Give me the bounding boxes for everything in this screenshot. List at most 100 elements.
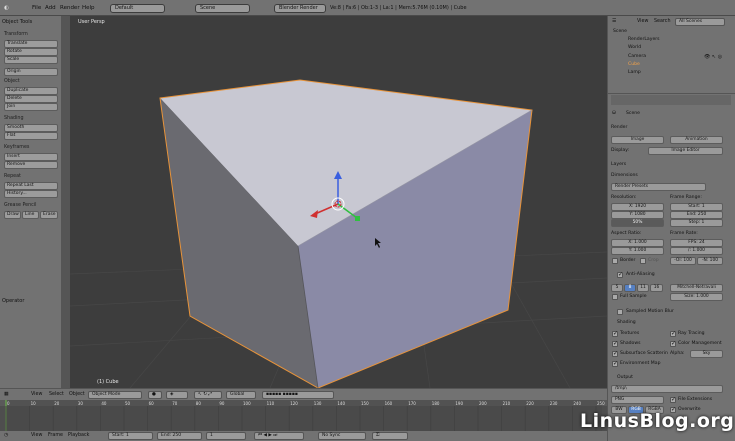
- aa-filter-select[interactable]: Mitchell-Netravali: [670, 284, 723, 292]
- display-select[interactable]: Image Editor: [648, 147, 723, 155]
- shading-panel-header[interactable]: Shading: [617, 319, 636, 326]
- outliner-row-world[interactable]: World: [628, 44, 641, 51]
- render-animation-button[interactable]: Animation: [670, 136, 723, 144]
- render-engine-select[interactable]: Blender Render: [274, 4, 326, 13]
- time-new-field[interactable]: -N: 100: [697, 257, 723, 265]
- frame-end-field[interactable]: End: 250: [670, 211, 723, 219]
- frame-step-field[interactable]: Step: 1: [670, 219, 723, 227]
- erase-button[interactable]: Erase: [40, 211, 58, 219]
- outliner-row-cube[interactable]: Cube: [628, 61, 640, 68]
- aa-samples-8[interactable]: 8: [624, 284, 636, 292]
- output-path-field[interactable]: /tmp\: [611, 385, 723, 393]
- ray-tracing-checkbox[interactable]: [670, 330, 676, 337]
- scene-select[interactable]: Scene: [195, 4, 250, 13]
- timeline-menu-view[interactable]: View: [31, 432, 42, 439]
- playback-controls[interactable]: ⏮ ◀ ▶ ⏭: [254, 432, 304, 440]
- sss-checkbox[interactable]: [612, 350, 618, 357]
- resolution-percentage-field[interactable]: 50%: [611, 219, 664, 227]
- 3d-viewport[interactable]: [70, 16, 607, 388]
- aa-filter-size-field[interactable]: Size: 1.000: [670, 293, 723, 301]
- mode-select[interactable]: Object Mode: [88, 391, 142, 399]
- menu-help[interactable]: Help: [82, 3, 95, 13]
- resolution-y-field[interactable]: Y: 1080: [611, 211, 664, 219]
- aspect-y-field[interactable]: Y: 1.000: [611, 247, 664, 255]
- layer-buttons[interactable]: ▪▪▪▪▪ ▪▪▪▪▪: [262, 391, 334, 399]
- scale-button[interactable]: Scale: [4, 56, 58, 64]
- delete-button[interactable]: Delete: [4, 95, 58, 103]
- menu-view[interactable]: View: [31, 391, 42, 398]
- layout-select[interactable]: Default: [110, 4, 165, 13]
- outliner-filter-select[interactable]: All Scenes: [675, 18, 725, 26]
- properties-context-tabs[interactable]: [611, 95, 731, 105]
- menu-file[interactable]: File: [32, 3, 41, 13]
- file-format-select[interactable]: PNG: [611, 396, 664, 404]
- render-presets-select[interactable]: Render Presets: [611, 183, 706, 191]
- anti-aliasing-panel-header[interactable]: Anti-Aliasing: [626, 271, 655, 278]
- motion-blur-panel-header[interactable]: Sampled Motion Blur: [626, 308, 674, 315]
- history-button[interactable]: History...: [4, 190, 58, 198]
- color-management-checkbox[interactable]: [670, 340, 676, 347]
- anti-aliasing-checkbox[interactable]: [617, 271, 623, 278]
- output-panel-header[interactable]: Output: [617, 374, 633, 381]
- menu-object[interactable]: Object: [69, 391, 85, 398]
- timeline-editor-icon[interactable]: ◷: [4, 432, 8, 439]
- outliner-menu-search[interactable]: Search: [654, 18, 670, 25]
- smooth-button[interactable]: Smooth: [4, 124, 58, 132]
- outliner-editor-icon[interactable]: ☰: [612, 18, 616, 25]
- menu-select[interactable]: Select: [49, 391, 64, 398]
- motion-blur-checkbox[interactable]: [617, 309, 623, 315]
- duplicate-button[interactable]: Duplicate: [4, 87, 58, 95]
- border-checkbox[interactable]: [612, 258, 618, 264]
- timeline-editor[interactable]: 0 10 20 30 40 50 60 70 80 90 100 110 120 130 140 150 160…: [0, 400, 607, 431]
- current-frame-field[interactable]: 1: [206, 432, 246, 440]
- start-frame-field[interactable]: Start: 1: [108, 432, 153, 440]
- flat-button[interactable]: Flat: [4, 132, 58, 140]
- render-panel-header[interactable]: Render: [611, 124, 627, 131]
- outliner-row-renderlayers[interactable]: RenderLayers: [628, 36, 660, 43]
- crop-checkbox[interactable]: [640, 258, 646, 264]
- orientation-select[interactable]: Global: [226, 391, 256, 399]
- aa-samples-16[interactable]: 16: [650, 284, 663, 292]
- visibility-eye-icon[interactable]: 👁 ↖ ◎: [704, 54, 722, 60]
- shadows-checkbox[interactable]: [612, 340, 618, 347]
- layers-panel-header[interactable]: Layers: [611, 161, 626, 168]
- blender-logo-icon[interactable]: ◐: [4, 3, 9, 13]
- menu-add[interactable]: Add: [45, 3, 56, 13]
- pivot-select[interactable]: ◈: [166, 391, 188, 399]
- frame-start-field[interactable]: Start: 1: [670, 203, 723, 211]
- timeline-menu-playback[interactable]: Playback: [68, 432, 89, 439]
- shading-select[interactable]: ●: [148, 391, 162, 399]
- textures-checkbox[interactable]: [612, 330, 618, 337]
- menu-render[interactable]: Render: [60, 3, 80, 13]
- keying-set-field[interactable]: ⚿: [372, 432, 408, 440]
- outliner-row-lamp[interactable]: Lamp: [628, 69, 641, 76]
- draw-button[interactable]: Draw: [4, 211, 21, 219]
- end-frame-field[interactable]: End: 250: [157, 432, 202, 440]
- file-extensions-checkbox[interactable]: [670, 396, 676, 403]
- aa-samples-11[interactable]: 11: [637, 284, 649, 292]
- alpha-select[interactable]: Sky: [690, 350, 723, 358]
- outliner-menu-view[interactable]: View: [637, 18, 648, 25]
- operator-panel[interactable]: Operator: [2, 298, 24, 304]
- timeline-ruler[interactable]: 0 10 20 30 40 50 60 70 80 90 100 110 120 130 140 150 160…: [0, 400, 607, 431]
- dimensions-panel-header[interactable]: Dimensions: [611, 172, 638, 179]
- aa-samples-5[interactable]: 5: [611, 284, 623, 292]
- outliner-row-camera[interactable]: Camera: [628, 53, 646, 60]
- translate-button[interactable]: Translate: [4, 40, 58, 48]
- environment-map-checkbox[interactable]: [612, 360, 618, 367]
- line-button[interactable]: Line: [22, 211, 39, 219]
- timeline-menu-frame[interactable]: Frame: [48, 432, 63, 439]
- aspect-x-field[interactable]: X: 1.000: [611, 239, 664, 247]
- render-image-button[interactable]: Image: [611, 136, 664, 144]
- sync-select[interactable]: No Sync: [318, 432, 366, 440]
- remove-keyframe-button[interactable]: Remove: [4, 161, 58, 169]
- fps-base-field[interactable]: /: 1.000: [670, 247, 723, 255]
- viewport-scene[interactable]: [70, 16, 607, 388]
- origin-button[interactable]: Origin: [4, 68, 58, 76]
- outliner-row-scene[interactable]: Scene: [613, 28, 627, 35]
- resolution-x-field[interactable]: X: 1920: [611, 203, 664, 211]
- join-button[interactable]: Join: [4, 103, 58, 111]
- full-sample-checkbox[interactable]: [612, 294, 618, 300]
- rotate-button[interactable]: Rotate: [4, 48, 58, 56]
- repeat-last-button[interactable]: Repeat Last: [4, 182, 58, 190]
